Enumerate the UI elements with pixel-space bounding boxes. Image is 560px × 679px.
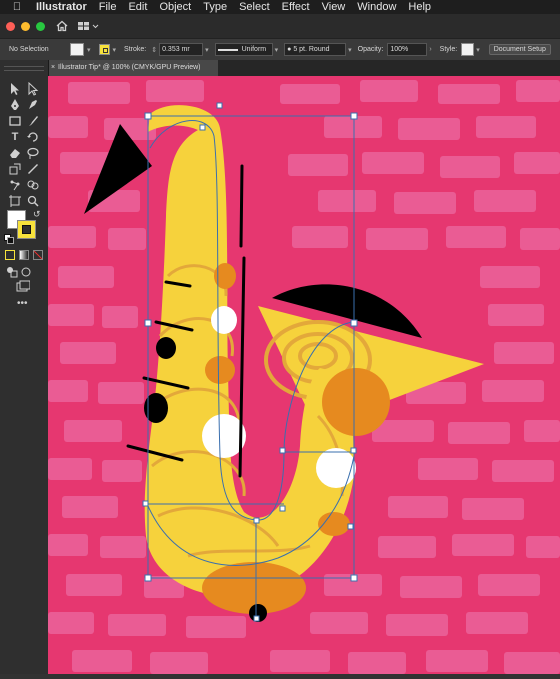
document-tab-title: Illustrator Tip* @ 100% (CMYK/GPU Previe… (58, 64, 201, 71)
menu-file[interactable]: File (99, 1, 117, 13)
orange-key-2[interactable] (205, 356, 235, 384)
edit-toolbar-icon[interactable]: ••• (17, 298, 28, 309)
panel-grip[interactable] (4, 66, 44, 71)
profile-dropdown-icon[interactable]: ▾ (275, 46, 279, 54)
shape-builder-tool-icon[interactable] (26, 178, 40, 192)
menu-view[interactable]: View (322, 1, 346, 13)
mac-menubar:  Illustrator File Edit Object Type Sele… (0, 0, 560, 14)
style-dropdown-icon[interactable]: ▾ (476, 46, 480, 54)
application-bar (0, 14, 560, 38)
color-mode-icon[interactable] (5, 250, 15, 260)
swap-fill-stroke-icon[interactable]: ↺ (33, 209, 41, 220)
workspace-switcher-icon[interactable] (77, 20, 101, 32)
stroke-stepper-icon[interactable]: ⇕ (151, 46, 157, 54)
profile-label: Uniform (241, 46, 267, 53)
gradient-mode-icon[interactable] (19, 250, 29, 260)
stroke-label[interactable]: Stroke: (124, 46, 146, 53)
document-tab-bar: × Illustrator Tip* @ 100% (CMYK/GPU Prev… (48, 60, 560, 76)
zoom-tool-icon[interactable] (26, 194, 40, 208)
draw-mode-icon[interactable] (20, 265, 34, 279)
fill-color-swatch[interactable] (70, 43, 84, 56)
graphic-style-swatch[interactable] (461, 43, 475, 56)
stroke-weight-field[interactable]: 0.353 mr (159, 43, 204, 56)
tools-panel: T ↺ ••• (0, 60, 49, 674)
rotate-tool-icon[interactable] (26, 130, 40, 144)
apple-icon[interactable]:  (10, 1, 24, 13)
type-tool-icon[interactable]: T (8, 130, 22, 144)
stroke-color-swatch[interactable] (98, 44, 110, 55)
artboard-tool-icon[interactable] (8, 194, 22, 208)
menu-effect[interactable]: Effect (282, 1, 310, 13)
stroke-dropdown-icon[interactable]: ▾ (113, 46, 117, 54)
document-tab[interactable]: × Illustrator Tip* @ 100% (CMYK/GPU Prev… (48, 60, 218, 76)
profile-line-icon (217, 48, 238, 51)
eyedropper-tool-icon[interactable] (26, 162, 40, 176)
app-menu[interactable]: Illustrator (36, 1, 87, 13)
opacity-arrow-icon[interactable]: › (429, 46, 431, 53)
document-setup-button[interactable]: Document Setup (488, 44, 551, 55)
menu-window[interactable]: Window (357, 1, 396, 13)
home-icon[interactable] (55, 19, 69, 33)
minimize-window-button[interactable] (21, 21, 30, 31)
stroke-weight-dropdown-icon[interactable]: ▾ (205, 46, 209, 54)
brush-dropdown-icon[interactable]: ▾ (348, 46, 352, 54)
rectangle-tool-icon[interactable] (8, 114, 22, 128)
pen-tool-icon[interactable] (8, 98, 22, 112)
menu-object[interactable]: Object (159, 1, 191, 13)
draw-normal-icon[interactable] (5, 265, 19, 279)
change-screen-mode-icon[interactable] (16, 280, 30, 294)
white-key-3[interactable] (316, 448, 356, 488)
menu-type[interactable]: Type (203, 1, 227, 13)
orange-key-large[interactable] (322, 368, 390, 436)
style-label: Style: (439, 46, 458, 53)
variable-width-profile[interactable]: Uniform (214, 43, 273, 56)
close-window-button[interactable] (6, 21, 15, 31)
puppet-warp-tool-icon[interactable] (8, 178, 22, 192)
black-key-1[interactable] (156, 337, 176, 359)
default-colors-icon[interactable] (4, 234, 14, 244)
selection-tool-icon[interactable] (8, 82, 22, 96)
menu-select[interactable]: Select (239, 1, 270, 13)
menu-edit[interactable]: Edit (128, 1, 147, 13)
direct-selection-tool-icon[interactable] (26, 82, 40, 96)
lasso-tool-icon[interactable] (26, 146, 40, 160)
scale-tool-icon[interactable] (8, 162, 22, 176)
fill-dropdown-icon[interactable]: ▾ (87, 46, 91, 54)
opacity-label[interactable]: Opacity: (358, 46, 384, 53)
menu-help[interactable]: Help (408, 1, 431, 13)
orange-key-3[interactable] (318, 512, 350, 536)
brush-label: 5 pt. Round (293, 46, 330, 53)
artboard-illustration (48, 76, 560, 674)
brush-definition[interactable]: ● 5 pt. Round (284, 43, 347, 56)
canvas[interactable] (48, 76, 560, 674)
curvature-tool-icon[interactable] (26, 98, 40, 112)
close-tab-icon[interactable]: × (51, 60, 55, 76)
stroke-color-widget[interactable] (17, 220, 36, 239)
selection-status: No Selection (9, 46, 49, 53)
control-bar: No Selection ▾ ▾ Stroke: ⇕ 0.353 mr ▾ Un… (0, 38, 560, 61)
zoom-window-button[interactable] (36, 21, 45, 31)
white-key-1[interactable] (211, 306, 237, 334)
paintbrush-tool-icon[interactable] (26, 114, 40, 128)
none-mode-icon[interactable] (33, 250, 43, 260)
opacity-field[interactable]: 100% (387, 43, 428, 56)
eraser-tool-icon[interactable] (8, 146, 22, 160)
